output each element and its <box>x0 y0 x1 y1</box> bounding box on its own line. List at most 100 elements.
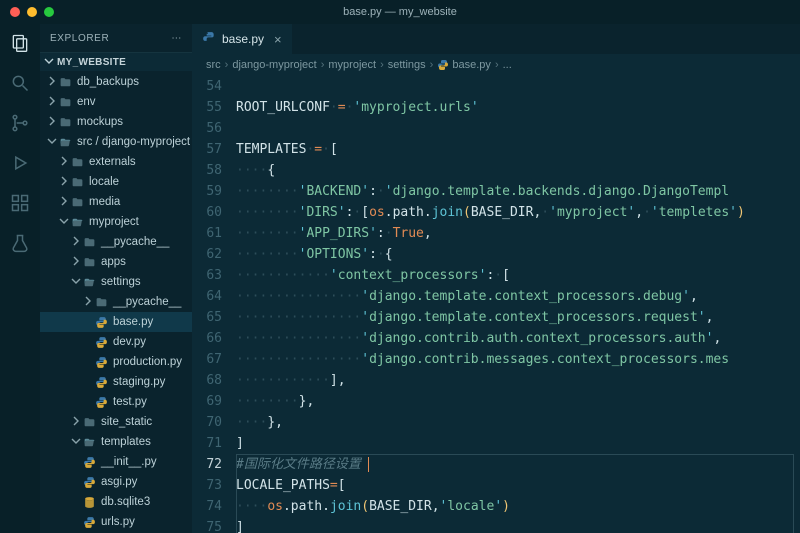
breadcrumb-segment[interactable]: ... <box>503 59 512 71</box>
tree-item-label: env <box>77 96 96 108</box>
tree-item-label: base.py <box>113 316 153 328</box>
sidebar-more-icon[interactable]: ⋯ <box>171 33 182 44</box>
code-line[interactable]: ROOT_URLCONF·=·'myproject.urls' <box>236 97 800 118</box>
code-editor[interactable]: 5455565758596061626364656667686970717273… <box>192 76 800 533</box>
section-label: MY_WEBSITE <box>57 57 126 68</box>
chevron-down-icon <box>70 276 82 289</box>
tree-file[interactable]: test.py <box>40 392 192 412</box>
spacer <box>82 337 94 348</box>
code-line[interactable] <box>236 76 800 97</box>
code-line[interactable]: ················'django.contrib.messages… <box>236 349 800 370</box>
python-file-icon <box>82 476 97 489</box>
chevron-right-icon <box>46 96 58 109</box>
tree-item-label: site_static <box>101 416 152 428</box>
tree-folder[interactable]: externals <box>40 152 192 172</box>
tree-folder[interactable]: apps <box>40 252 192 272</box>
tree-file[interactable]: db.sqlite3 <box>40 492 192 512</box>
code-line[interactable] <box>236 118 800 139</box>
folder-icon <box>82 416 97 429</box>
code-line[interactable]: #国际化文件路径设置 <box>236 454 800 475</box>
folder-icon <box>70 196 85 209</box>
tab-label: base.py <box>222 32 264 46</box>
close-icon[interactable]: × <box>274 32 282 47</box>
tree-item-label: staging.py <box>113 376 165 388</box>
tree-item-label: apps <box>101 256 126 268</box>
window-title: base.py — my_website <box>0 6 800 18</box>
breadcrumb-segment[interactable]: base.py <box>437 59 491 71</box>
code-line[interactable]: ····}, <box>236 412 800 433</box>
sidebar: EXPLORER ⋯ MY_WEBSITE db_backupsenv mocku… <box>40 24 192 533</box>
code-line[interactable]: ················'django.contrib.auth.con… <box>236 328 800 349</box>
spacer <box>82 377 94 388</box>
code-line[interactable]: ····{ <box>236 160 800 181</box>
tree-file[interactable]: base.py <box>40 312 192 332</box>
tree-folder[interactable]: templates <box>40 432 192 452</box>
breadcrumb[interactable]: src›django-myproject›myproject›settings›… <box>192 54 800 76</box>
editor-tabs: base.py × <box>192 24 800 54</box>
search-icon[interactable] <box>9 72 31 94</box>
tree-item-label: urls.py <box>101 516 135 528</box>
tree-folder[interactable]: mockups <box>40 112 192 132</box>
breadcrumb-segment[interactable]: myproject <box>328 59 376 71</box>
sidebar-section-header[interactable]: MY_WEBSITE <box>40 52 192 72</box>
code-line[interactable]: ············], <box>236 370 800 391</box>
code-line[interactable]: ········}, <box>236 391 800 412</box>
tree-folder[interactable]: site_static <box>40 412 192 432</box>
tree-file[interactable]: __init__.py <box>40 452 192 472</box>
source-control-icon[interactable] <box>9 112 31 134</box>
chevron-right-icon <box>46 76 58 89</box>
tree-item-label: media <box>89 196 120 208</box>
python-file-icon <box>94 316 109 329</box>
code-line[interactable]: ] <box>236 433 800 454</box>
code-line[interactable]: ················'django.template.context… <box>236 307 800 328</box>
breadcrumb-segment[interactable]: src <box>206 59 221 71</box>
tree-file[interactable]: urls.py <box>40 512 192 532</box>
tree-item-label: test.py <box>113 396 147 408</box>
chevron-right-icon <box>70 416 82 429</box>
tree-item-label: mockups <box>77 116 123 128</box>
spacer <box>82 357 94 368</box>
code-line[interactable]: ····os.path.join(BASE_DIR,'locale') <box>236 496 800 517</box>
tree-folder[interactable]: settings <box>40 272 192 292</box>
folder-icon <box>82 276 97 289</box>
code-line[interactable]: LOCALE_PATHS=[ <box>236 475 800 496</box>
code-line[interactable]: ············'context_processors':·[ <box>236 265 800 286</box>
tree-folder[interactable]: env <box>40 92 192 112</box>
code-line[interactable]: ········'OPTIONS':·{ <box>236 244 800 265</box>
tree-folder[interactable]: src / django-myproject <box>40 132 192 152</box>
code-line[interactable]: ········'APP_DIRS':·True, <box>236 223 800 244</box>
tree-folder[interactable]: __pycache__ <box>40 232 192 252</box>
extensions-icon[interactable] <box>9 192 31 214</box>
tree-folder[interactable]: __pycache__ <box>40 292 192 312</box>
titlebar: base.py — my_website <box>0 0 800 24</box>
tree-folder[interactable]: locale <box>40 172 192 192</box>
tree-file[interactable]: staging.py <box>40 372 192 392</box>
python-file-icon <box>94 336 109 349</box>
code-line[interactable]: ················'django.template.context… <box>236 286 800 307</box>
breadcrumb-segment[interactable]: settings <box>388 59 426 71</box>
spacer <box>70 457 82 468</box>
explorer-icon[interactable] <box>9 32 31 54</box>
tree-file[interactable]: asgi.py <box>40 472 192 492</box>
tab-base-py[interactable]: base.py × <box>192 24 292 54</box>
code-line[interactable]: TEMPLATES·=·[ <box>236 139 800 160</box>
python-file-icon <box>82 456 97 469</box>
debug-icon[interactable] <box>9 152 31 174</box>
code-lines[interactable]: ROOT_URLCONF·=·'myproject.urls' TEMPLATE… <box>236 76 800 533</box>
chevron-down-icon <box>44 56 54 69</box>
code-line[interactable]: ] <box>236 517 800 533</box>
tree-folder[interactable]: db_backups <box>40 72 192 92</box>
tree-folder[interactable]: myproject <box>40 212 192 232</box>
tree-file[interactable]: dev.py <box>40 332 192 352</box>
folder-icon <box>58 116 73 129</box>
python-file-icon <box>202 31 216 48</box>
tree-folder[interactable]: media <box>40 192 192 212</box>
code-line[interactable]: ········'DIRS':·[os.path.join(BASE_DIR,·… <box>236 202 800 223</box>
code-line[interactable]: ········'BACKEND':·'django.template.back… <box>236 181 800 202</box>
tree-item-label: locale <box>89 176 119 188</box>
sidebar-title: EXPLORER <box>50 33 109 44</box>
tree-file[interactable]: production.py <box>40 352 192 372</box>
chevron-right-icon: › <box>321 59 325 71</box>
testing-icon[interactable] <box>9 232 31 254</box>
breadcrumb-segment[interactable]: django-myproject <box>232 59 316 71</box>
